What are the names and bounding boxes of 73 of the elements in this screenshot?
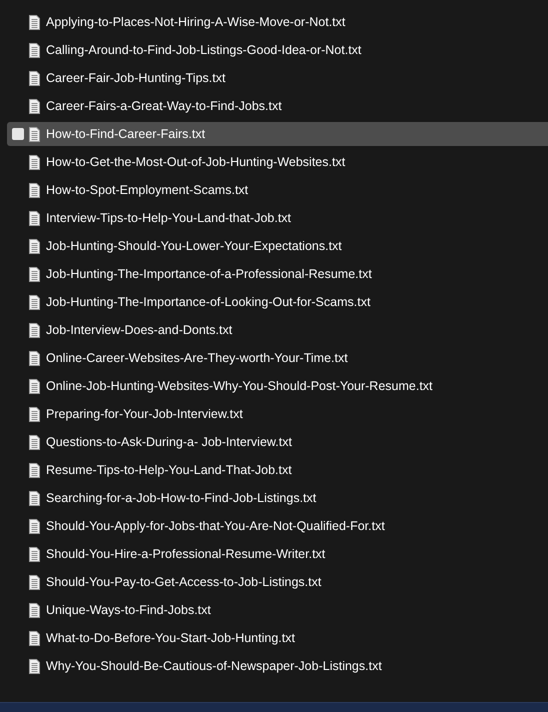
- document-icon: [29, 490, 40, 506]
- document-icon: [29, 70, 40, 86]
- file-row[interactable]: Career-Fair-Job-Hunting-Tips.txt: [7, 66, 548, 90]
- file-name: Preparing-for-Your-Job-Interview.txt: [46, 407, 243, 421]
- file-row[interactable]: Should-You-Pay-to-Get-Access-to-Job-Listings.txt: [7, 570, 548, 594]
- file-row[interactable]: Interview-Tips-to-Help-You-Land-that-Job.txt: [7, 206, 548, 230]
- file-name: How-to-Find-Career-Fairs.txt: [46, 127, 206, 141]
- file-row[interactable]: What-to-Do-Before-You-Start-Job-Hunting.txt: [7, 626, 548, 650]
- file-name: Should-You-Hire-a-Professional-Resume-Writer.txt: [46, 547, 326, 561]
- file-row[interactable]: How-to-Find-Career-Fairs.txt: [7, 122, 548, 146]
- document-icon: [29, 14, 40, 30]
- file-row[interactable]: Applying-to-Places-Not-Hiring-A-Wise-Move-or-Not.txt: [7, 10, 548, 34]
- checkbox[interactable]: [12, 128, 24, 140]
- file-name: Job-Hunting-Should-You-Lower-Your-Expectations.txt: [46, 239, 342, 253]
- file-name: Job-Interview-Does-and-Donts.txt: [46, 323, 232, 337]
- file-row[interactable]: Career-Fairs-a-Great-Way-to-Find-Jobs.txt: [7, 94, 548, 118]
- document-icon: [29, 98, 40, 114]
- file-name: How-to-Spot-Employment-Scams.txt: [46, 183, 248, 197]
- file-row[interactable]: Job-Hunting-Should-You-Lower-Your-Expectations.txt: [7, 234, 548, 258]
- document-icon: [29, 210, 40, 226]
- document-icon: [29, 154, 40, 170]
- document-icon: [29, 434, 40, 450]
- document-icon: [29, 630, 40, 646]
- document-icon: [29, 322, 40, 338]
- document-icon: [29, 518, 40, 534]
- document-icon: [29, 238, 40, 254]
- file-name: Interview-Tips-to-Help-You-Land-that-Job.txt: [46, 211, 292, 225]
- file-name: Should-You-Apply-for-Jobs-that-You-Are-Not-Qualified-For.txt: [46, 519, 385, 533]
- file-row[interactable]: Job-Hunting-The-Importance-of-Looking-Out-for-Scams.txt: [7, 290, 548, 314]
- file-name: Job-Hunting-The-Importance-of-Looking-Out-for-Scams.txt: [46, 295, 370, 309]
- document-icon: [29, 462, 40, 478]
- file-name: Unique-Ways-to-Find-Jobs.txt: [46, 603, 211, 617]
- document-icon: [29, 602, 40, 618]
- file-row[interactable]: Preparing-for-Your-Job-Interview.txt: [7, 402, 548, 426]
- file-row[interactable]: Online-Job-Hunting-Websites-Why-You-Should-Post-Your-Resume.txt: [7, 374, 548, 398]
- file-name: Career-Fairs-a-Great-Way-to-Find-Jobs.txt: [46, 99, 282, 113]
- file-row[interactable]: Questions-to-Ask-During-a- Job-Interview.txt: [7, 430, 548, 454]
- file-name: Online-Job-Hunting-Websites-Why-You-Should-Post-Your-Resume.txt: [46, 379, 433, 393]
- document-icon: [29, 182, 40, 198]
- file-row[interactable]: Should-You-Hire-a-Professional-Resume-Writer.txt: [7, 542, 548, 566]
- document-icon: [29, 378, 40, 394]
- file-name: Career-Fair-Job-Hunting-Tips.txt: [46, 71, 226, 85]
- file-row[interactable]: Searching-for-a-Job-How-to-Find-Job-Listings.txt: [7, 486, 548, 510]
- file-row[interactable]: How-to-Spot-Employment-Scams.txt: [7, 178, 548, 202]
- file-row[interactable]: Job-Interview-Does-and-Donts.txt: [7, 318, 548, 342]
- file-name: Applying-to-Places-Not-Hiring-A-Wise-Move-or-Not.txt: [46, 15, 346, 29]
- document-icon: [29, 406, 40, 422]
- file-name: Job-Hunting-The-Importance-of-a-Professional-Resume.txt: [46, 267, 372, 281]
- document-icon: [29, 126, 40, 142]
- file-name: Searching-for-a-Job-How-to-Find-Job-Listings.txt: [46, 491, 316, 505]
- file-name: Should-You-Pay-to-Get-Access-to-Job-Listings.txt: [46, 575, 322, 589]
- file-row[interactable]: Resume-Tips-to-Help-You-Land-That-Job.txt: [7, 458, 548, 482]
- file-name: How-to-Get-the-Most-Out-of-Job-Hunting-Websites.txt: [46, 155, 346, 169]
- document-icon: [29, 42, 40, 58]
- file-row[interactable]: Online-Career-Websites-Are-They-worth-Your-Time.txt: [7, 346, 548, 370]
- file-row[interactable]: Why-You-Should-Be-Cautious-of-Newspaper-Job-Listings.txt: [7, 654, 548, 678]
- file-name: Questions-to-Ask-During-a- Job-Interview.txt: [46, 435, 292, 449]
- file-name: Why-You-Should-Be-Cautious-of-Newspaper-Job-Listings.txt: [46, 659, 382, 673]
- file-row[interactable]: Calling-Around-to-Find-Job-Listings-Good-Idea-or-Not.txt: [7, 38, 548, 62]
- file-name: What-to-Do-Before-You-Start-Job-Hunting.txt: [46, 631, 295, 645]
- document-icon: [29, 546, 40, 562]
- file-name: Online-Career-Websites-Are-They-worth-Your-Time.txt: [46, 351, 348, 365]
- document-icon: [29, 574, 40, 590]
- file-name: Resume-Tips-to-Help-You-Land-That-Job.txt: [46, 463, 292, 477]
- document-icon: [29, 266, 40, 282]
- file-row[interactable]: How-to-Get-the-Most-Out-of-Job-Hunting-Websites.txt: [7, 150, 548, 174]
- document-icon: [29, 350, 40, 366]
- file-name: Calling-Around-to-Find-Job-Listings-Good-Idea-or-Not.txt: [46, 43, 362, 57]
- file-row[interactable]: Should-You-Apply-for-Jobs-that-You-Are-Not-Qualified-For.txt: [7, 514, 548, 538]
- document-icon: [29, 658, 40, 674]
- file-row[interactable]: Unique-Ways-to-Find-Jobs.txt: [7, 598, 548, 622]
- file-row[interactable]: Job-Hunting-The-Importance-of-a-Professional-Resume.txt: [7, 262, 548, 286]
- document-icon: [29, 294, 40, 310]
